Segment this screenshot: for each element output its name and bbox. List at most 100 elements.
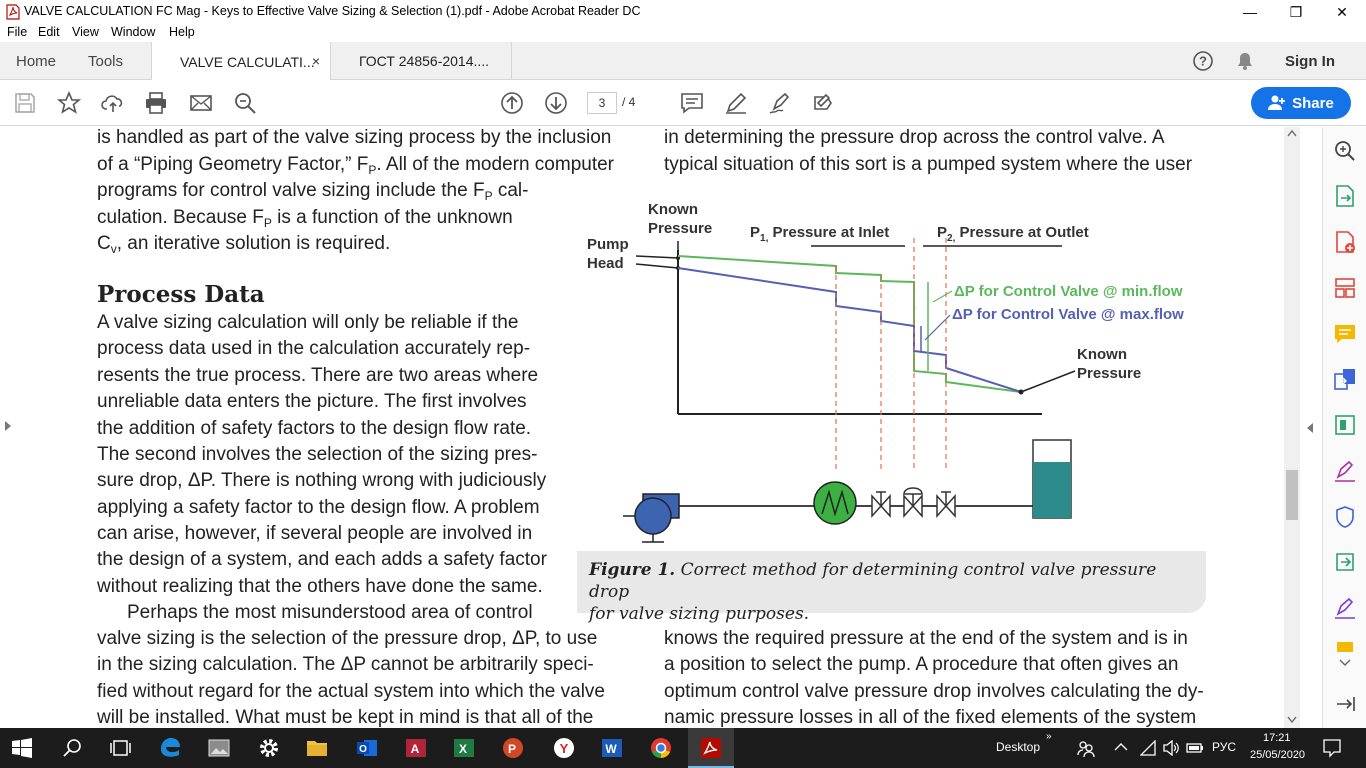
email-icon[interactable]	[189, 91, 213, 115]
menu-view[interactable]: View	[72, 25, 99, 39]
text-line: Cv, an iterative solution is required.	[97, 233, 391, 256]
access-icon[interactable]: A	[404, 736, 428, 760]
send-for-review-icon[interactable]	[1333, 550, 1357, 574]
text-line: will be installed. What must be kept in …	[97, 707, 594, 728]
compress-pdf-icon[interactable]	[1333, 413, 1357, 437]
tab-document-valve[interactable]: VALVE CALCULATI... ×	[151, 42, 331, 81]
maximize-button[interactable]: ❐	[1273, 0, 1319, 24]
word-icon[interactable]: W	[600, 736, 624, 760]
previous-page-icon[interactable]	[500, 91, 524, 115]
page-total: / 4	[622, 95, 636, 109]
menu-file[interactable]: File	[7, 25, 27, 39]
tab-tools[interactable]: Tools	[88, 53, 123, 70]
label-p2: P2, Pressure at Outlet	[937, 224, 1089, 244]
signature-pen-icon[interactable]	[1333, 596, 1357, 620]
double-chevron-icon[interactable]: »	[1046, 731, 1052, 742]
photos-app-icon[interactable]	[207, 736, 231, 760]
text-line: A valve sizing calculation will only be …	[97, 312, 519, 333]
expand-pane-icon[interactable]	[1333, 694, 1357, 714]
outlook-icon[interactable]: O	[355, 736, 379, 760]
left-panel-toggle-icon[interactable]	[3, 419, 13, 433]
text-line: is handled as part of the valve sizing p…	[97, 127, 612, 148]
text-line: typical situation of this sort is a pump…	[664, 154, 1193, 175]
edge-browser-icon[interactable]	[158, 736, 182, 760]
acrobat-reader-icon[interactable]	[699, 736, 723, 760]
scroll-down-arrow-icon[interactable]	[1287, 716, 1297, 724]
windows-start-icon[interactable]	[12, 738, 32, 758]
collapse-panel-icon[interactable]	[1305, 421, 1315, 435]
tab-bar: Home Tools VALVE CALCULATI... × ГОСТ 248…	[0, 42, 1366, 81]
fill-sign-icon[interactable]	[812, 91, 836, 115]
chrome-icon[interactable]	[649, 736, 673, 760]
text-line: resents the true process. There are two …	[97, 365, 539, 386]
task-view-icon[interactable]	[108, 736, 132, 760]
menu-edit[interactable]: Edit	[38, 25, 60, 39]
desktop-toolbar-label[interactable]: Desktop	[996, 740, 1040, 754]
more-tools-icon[interactable]	[1333, 640, 1357, 652]
comment-icon[interactable]	[680, 91, 704, 115]
text-line: The second involves the selection of the…	[97, 444, 538, 465]
tray-up-chevron-icon[interactable]	[1114, 742, 1128, 752]
action-center-icon[interactable]	[1322, 738, 1342, 758]
next-page-icon[interactable]	[544, 91, 568, 115]
menu-window[interactable]: Window	[111, 25, 155, 39]
svg-text:W: W	[605, 742, 617, 756]
combine-files-icon[interactable]	[1333, 367, 1357, 391]
fill-sign-tool-icon[interactable]	[1333, 459, 1357, 483]
text-line: process data used in the calculation acc…	[97, 338, 531, 359]
document-viewport[interactable]: is handled as part of the valve sizing p…	[0, 127, 1322, 728]
menu-bar: File Edit View Window Help	[0, 24, 1366, 42]
battery-icon[interactable]	[1186, 741, 1204, 755]
excel-icon[interactable]: X	[452, 736, 476, 760]
zoom-icon[interactable]	[1333, 139, 1357, 163]
powerpoint-icon[interactable]: P	[501, 736, 525, 760]
share-button[interactable]: Share	[1251, 87, 1351, 119]
text-line: sure drop, ΔP. There is nothing wrong wi…	[97, 470, 547, 491]
page-number-input[interactable]: 3	[587, 92, 617, 114]
notification-bell-icon[interactable]	[1235, 51, 1255, 71]
sign-in-link[interactable]: Sign In	[1285, 53, 1335, 70]
print-icon[interactable]	[144, 91, 168, 115]
tab-document-gost[interactable]: ГОСТ 24856-2014....	[331, 42, 512, 80]
file-explorer-icon[interactable]	[305, 736, 329, 760]
volume-icon[interactable]	[1162, 740, 1180, 756]
language-indicator[interactable]: РУС	[1212, 740, 1236, 754]
create-pdf-icon[interactable]	[1333, 230, 1357, 254]
help-icon[interactable]: ?	[1192, 50, 1214, 72]
minimize-button[interactable]: —	[1227, 0, 1273, 24]
upload-cloud-icon[interactable]	[101, 91, 125, 115]
vertical-scrollbar[interactable]	[1284, 127, 1300, 728]
clock-time[interactable]: 17:21	[1263, 732, 1291, 744]
scrollbar-thumb[interactable]	[1286, 470, 1298, 520]
yandex-browser-icon[interactable]: Y	[552, 736, 576, 760]
zoom-search-icon[interactable]	[233, 91, 257, 115]
export-pdf-icon[interactable]	[1333, 184, 1357, 208]
menu-help[interactable]: Help	[169, 25, 195, 39]
highlight-pen-icon[interactable]	[724, 91, 748, 115]
save-icon[interactable]	[13, 91, 37, 115]
scroll-up-arrow-icon[interactable]	[1287, 129, 1297, 137]
tab-home[interactable]: Home	[16, 53, 56, 70]
bookmark-star-icon[interactable]	[56, 90, 82, 115]
svg-text:A: A	[411, 742, 420, 756]
text-line: culation. Because FP is a function of th…	[97, 207, 513, 230]
label-known-pressure-top: Known	[648, 201, 698, 218]
label-known-pressure-right: Known	[1077, 346, 1127, 363]
label-dp-min-flow: ΔP for Control Valve @ min.flow	[954, 283, 1183, 300]
comment-tool-icon[interactable]	[1333, 322, 1357, 346]
organize-pages-icon[interactable]	[1333, 276, 1357, 300]
more-tools-chevron-icon[interactable]	[1339, 659, 1351, 667]
settings-gear-icon[interactable]	[257, 736, 281, 760]
windows-taskbar: O A X P Y W Desktop » РУС 17:21 25/05/20…	[0, 728, 1366, 768]
search-icon[interactable]	[61, 736, 85, 760]
wifi-icon[interactable]	[1140, 740, 1156, 756]
protect-shield-icon[interactable]	[1333, 505, 1357, 529]
sign-pen-icon[interactable]	[768, 91, 792, 115]
close-button[interactable]: ✕	[1319, 0, 1365, 24]
figure-caption: Figure 1. Correct method for determining…	[577, 551, 1206, 624]
share-label: Share	[1292, 94, 1334, 112]
people-icon[interactable]	[1076, 738, 1096, 758]
tab-close-icon[interactable]: ×	[312, 53, 320, 69]
clock-date[interactable]: 25/05/2020	[1250, 749, 1305, 761]
label-known-pressure-top: Pressure	[648, 220, 712, 237]
